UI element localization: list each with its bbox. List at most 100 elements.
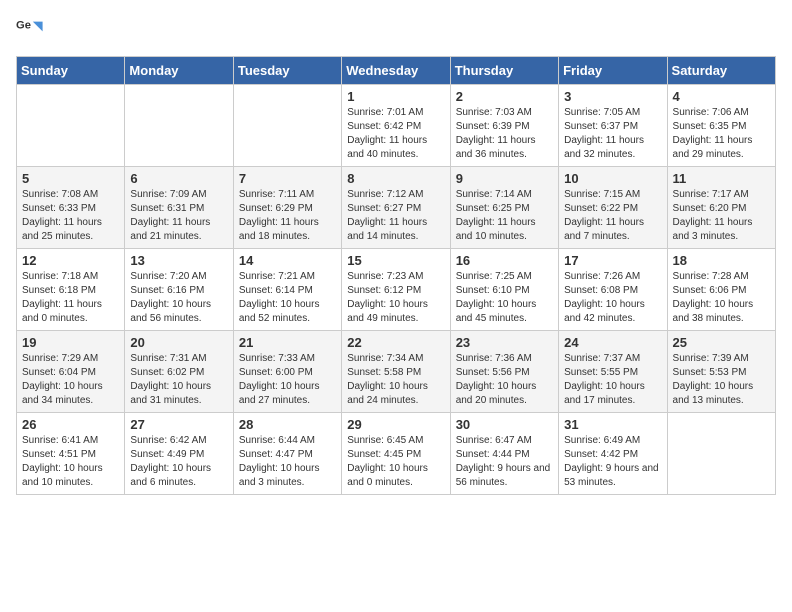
day-cell: 1 Sunrise: 7:01 AM Sunset: 6:42 PM Daylig…: [342, 85, 450, 167]
day-cell: 30 Sunrise: 6:47 AM Sunset: 4:44 PM Dayli…: [450, 413, 558, 495]
day-info: Sunrise: 6:49 AM Sunset: 4:42 PM Dayligh…: [564, 434, 661, 490]
day-info: Sunrise: 7:36 AM Sunset: 5:56 PM Dayligh…: [456, 352, 553, 408]
day-cell: [233, 85, 341, 167]
day-cell: 14 Sunrise: 7:21 AM Sunset: 6:14 PM Dayli…: [233, 249, 341, 331]
weekday-friday: Friday: [559, 57, 667, 85]
day-cell: 24 Sunrise: 7:37 AM Sunset: 5:55 PM Dayli…: [559, 331, 667, 413]
day-cell: 29Sunrise: 6:45 AM Sunset: 4:45 PM Dayli…: [342, 413, 450, 495]
day-number: 6: [130, 171, 227, 186]
day-info: Sunrise: 7:08 AM Sunset: 6:33 PM Dayligh…: [22, 188, 119, 244]
day-cell: [667, 413, 775, 495]
day-info: Sunrise: 7:39 AM Sunset: 5:53 PM Dayligh…: [673, 352, 770, 408]
day-info: Sunrise: 7:14 AM Sunset: 6:25 PM Dayligh…: [456, 188, 553, 244]
day-info: Sunrise: 7:37 AM Sunset: 5:55 PM Dayligh…: [564, 352, 661, 408]
week-row-1: 1 Sunrise: 7:01 AM Sunset: 6:42 PM Daylig…: [17, 85, 776, 167]
day-cell: 27Sunrise: 6:42 AM Sunset: 4:49 PM Dayli…: [125, 413, 233, 495]
day-number: 7: [239, 171, 336, 186]
day-number: 24: [564, 335, 661, 350]
day-number: 5: [22, 171, 119, 186]
day-cell: 2 Sunrise: 7:03 AM Sunset: 6:39 PM Daylig…: [450, 85, 558, 167]
weekday-sunday: Sunday: [17, 57, 125, 85]
day-info: Sunrise: 7:21 AM Sunset: 6:14 PM Dayligh…: [239, 270, 336, 326]
week-row-2: 5 Sunrise: 7:08 AM Sunset: 6:33 PM Daylig…: [17, 167, 776, 249]
day-info: Sunrise: 7:28 AM Sunset: 6:06 PM Dayligh…: [673, 270, 770, 326]
day-info: Sunrise: 7:23 AM Sunset: 6:12 PM Dayligh…: [347, 270, 444, 326]
day-number: 27: [130, 417, 227, 432]
day-info: Sunrise: 7:12 AM Sunset: 6:27 PM Dayligh…: [347, 188, 444, 244]
day-number: 11: [673, 171, 770, 186]
day-info: Sunrise: 7:20 AM Sunset: 6:16 PM Dayligh…: [130, 270, 227, 326]
weekday-saturday: Saturday: [667, 57, 775, 85]
day-info: Sunrise: 7:33 AM Sunset: 6:00 PM Dayligh…: [239, 352, 336, 408]
day-info: Sunrise: 7:31 AM Sunset: 6:02 PM Dayligh…: [130, 352, 227, 408]
day-cell: 7 Sunrise: 7:11 AM Sunset: 6:29 PM Daylig…: [233, 167, 341, 249]
day-cell: 22 Sunrise: 7:34 AM Sunset: 5:58 PM Dayli…: [342, 331, 450, 413]
day-cell: 20Sunrise: 7:31 AM Sunset: 6:02 PM Dayli…: [125, 331, 233, 413]
day-cell: 4Sunrise: 7:06 AM Sunset: 6:35 PM Daylig…: [667, 85, 775, 167]
week-row-5: 26 Sunrise: 6:41 AM Sunset: 4:51 PM Dayli…: [17, 413, 776, 495]
calendar-table: SundayMondayTuesdayWednesdayThursdayFrid…: [16, 56, 776, 495]
weekday-thursday: Thursday: [450, 57, 558, 85]
day-number: 12: [22, 253, 119, 268]
day-info: Sunrise: 7:09 AM Sunset: 6:31 PM Dayligh…: [130, 188, 227, 244]
day-cell: 8 Sunrise: 7:12 AM Sunset: 6:27 PM Daylig…: [342, 167, 450, 249]
day-number: 22: [347, 335, 444, 350]
day-number: 25: [673, 335, 770, 350]
day-cell: 15 Sunrise: 7:23 AM Sunset: 6:12 PM Dayli…: [342, 249, 450, 331]
day-cell: 19Sunrise: 7:29 AM Sunset: 6:04 PM Dayli…: [17, 331, 125, 413]
day-number: 21: [239, 335, 336, 350]
week-row-4: 19Sunrise: 7:29 AM Sunset: 6:04 PM Dayli…: [17, 331, 776, 413]
weekday-wednesday: Wednesday: [342, 57, 450, 85]
day-number: 26: [22, 417, 119, 432]
day-cell: 9 Sunrise: 7:14 AM Sunset: 6:25 PM Daylig…: [450, 167, 558, 249]
logo: Ge: [16, 16, 48, 44]
day-number: 23: [456, 335, 553, 350]
day-cell: 16Sunrise: 7:25 AM Sunset: 6:10 PM Dayli…: [450, 249, 558, 331]
day-info: Sunrise: 6:47 AM Sunset: 4:44 PM Dayligh…: [456, 434, 553, 490]
day-cell: 11 Sunrise: 7:17 AM Sunset: 6:20 PM Dayli…: [667, 167, 775, 249]
day-cell: [17, 85, 125, 167]
day-info: Sunrise: 7:03 AM Sunset: 6:39 PM Dayligh…: [456, 106, 553, 162]
day-cell: 23 Sunrise: 7:36 AM Sunset: 5:56 PM Dayli…: [450, 331, 558, 413]
day-number: 15: [347, 253, 444, 268]
logo-icon: Ge: [16, 16, 44, 44]
day-cell: [125, 85, 233, 167]
day-cell: 3Sunrise: 7:05 AM Sunset: 6:37 PM Daylig…: [559, 85, 667, 167]
day-cell: 28 Sunrise: 6:44 AM Sunset: 4:47 PM Dayli…: [233, 413, 341, 495]
day-number: 13: [130, 253, 227, 268]
svg-text:Ge: Ge: [16, 20, 31, 32]
day-number: 8: [347, 171, 444, 186]
day-cell: 21 Sunrise: 7:33 AM Sunset: 6:00 PM Dayli…: [233, 331, 341, 413]
day-info: Sunrise: 7:15 AM Sunset: 6:22 PM Dayligh…: [564, 188, 661, 244]
day-cell: 13 Sunrise: 7:20 AM Sunset: 6:16 PM Dayli…: [125, 249, 233, 331]
day-info: Sunrise: 6:45 AM Sunset: 4:45 PM Dayligh…: [347, 434, 444, 490]
day-number: 28: [239, 417, 336, 432]
weekday-header-row: SundayMondayTuesdayWednesdayThursdayFrid…: [17, 57, 776, 85]
day-cell: 5 Sunrise: 7:08 AM Sunset: 6:33 PM Daylig…: [17, 167, 125, 249]
day-number: 2: [456, 89, 553, 104]
day-number: 14: [239, 253, 336, 268]
day-info: Sunrise: 6:41 AM Sunset: 4:51 PM Dayligh…: [22, 434, 119, 490]
day-info: Sunrise: 7:26 AM Sunset: 6:08 PM Dayligh…: [564, 270, 661, 326]
day-cell: 10 Sunrise: 7:15 AM Sunset: 6:22 PM Dayli…: [559, 167, 667, 249]
day-cell: 17 Sunrise: 7:26 AM Sunset: 6:08 PM Dayli…: [559, 249, 667, 331]
day-info: Sunrise: 7:34 AM Sunset: 5:58 PM Dayligh…: [347, 352, 444, 408]
day-number: 30: [456, 417, 553, 432]
day-number: 1: [347, 89, 444, 104]
day-info: Sunrise: 7:18 AM Sunset: 6:18 PM Dayligh…: [22, 270, 119, 326]
day-cell: 25 Sunrise: 7:39 AM Sunset: 5:53 PM Dayli…: [667, 331, 775, 413]
day-info: Sunrise: 7:11 AM Sunset: 6:29 PM Dayligh…: [239, 188, 336, 244]
page-header: Ge: [16, 16, 776, 44]
day-number: 9: [456, 171, 553, 186]
day-number: 17: [564, 253, 661, 268]
day-number: 16: [456, 253, 553, 268]
weekday-monday: Monday: [125, 57, 233, 85]
day-info: Sunrise: 7:01 AM Sunset: 6:42 PM Dayligh…: [347, 106, 444, 162]
day-number: 31: [564, 417, 661, 432]
day-number: 10: [564, 171, 661, 186]
day-info: Sunrise: 7:06 AM Sunset: 6:35 PM Dayligh…: [673, 106, 770, 162]
day-info: Sunrise: 6:44 AM Sunset: 4:47 PM Dayligh…: [239, 434, 336, 490]
day-cell: 31 Sunrise: 6:49 AM Sunset: 4:42 PM Dayli…: [559, 413, 667, 495]
day-cell: 6 Sunrise: 7:09 AM Sunset: 6:31 PM Daylig…: [125, 167, 233, 249]
day-info: Sunrise: 7:17 AM Sunset: 6:20 PM Dayligh…: [673, 188, 770, 244]
